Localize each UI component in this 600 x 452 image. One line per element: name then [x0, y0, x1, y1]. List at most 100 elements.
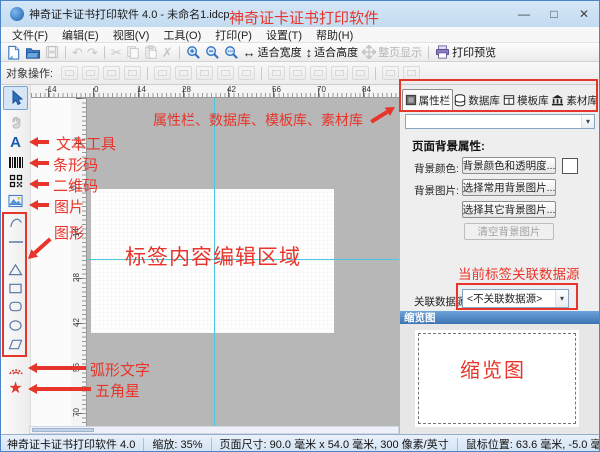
tab-database[interactable]: 数据库 — [453, 89, 502, 111]
ruler-number: 28 — [182, 85, 191, 94]
status-zoom: 缩放: 35% — [152, 436, 202, 452]
material-icon — [551, 94, 564, 106]
minimize-button[interactable]: — — [509, 1, 539, 27]
text-tool[interactable]: A — [3, 133, 28, 151]
fit-width-button[interactable]: ↔适合宽度 — [241, 44, 304, 61]
arc-text-tool[interactable] — [3, 362, 28, 378]
menu-help[interactable]: 帮助(H) — [309, 27, 360, 43]
chevron-down-icon[interactable]: ▾ — [581, 115, 594, 128]
horizontal-ruler: -14 0 14 28 42 56 70 84 98 — [31, 85, 399, 98]
ruler-number: 0 — [94, 85, 98, 94]
object-toolbar: 对象操作: — [1, 62, 599, 85]
distribute-v-icon — [331, 66, 348, 80]
align-top-icon — [217, 66, 234, 80]
align-middle-icon — [268, 66, 285, 80]
menu-settings[interactable]: 设置(T) — [259, 27, 309, 43]
save-icon — [43, 44, 61, 61]
thumbnail-panel — [400, 324, 600, 434]
redo-icon: ↷ — [85, 44, 100, 61]
chevron-down-icon[interactable]: ▾ — [555, 290, 568, 307]
label-page[interactable] — [91, 189, 334, 333]
image-tool[interactable] — [3, 192, 28, 210]
zoom-out-icon[interactable] — [203, 44, 222, 61]
image-tool-icon — [8, 194, 23, 208]
curve-tool[interactable] — [3, 214, 28, 231]
template-icon — [503, 94, 515, 106]
ruler-number: 56 — [272, 85, 281, 94]
full-page-button: 整页显示 — [360, 44, 424, 61]
fit-width-icon: ↔ — [243, 45, 256, 60]
new-document-icon[interactable] — [4, 44, 23, 61]
menu-view[interactable]: 视图(V) — [106, 27, 157, 43]
group-icon — [61, 66, 78, 80]
zoom-in-icon[interactable] — [184, 44, 203, 61]
ruler-number: 14 — [137, 85, 146, 94]
zoom-custom-icon[interactable] — [222, 44, 241, 61]
hand-tool[interactable] — [3, 113, 28, 131]
paste-icon — [142, 44, 160, 61]
break-apart-icon — [403, 66, 420, 80]
align-right-icon — [196, 66, 213, 80]
window-title: 神奇证卡证书打印软件 4.0 - 未命名1.idcp — [29, 6, 229, 22]
bg-other-image-button[interactable]: 选择其它背景图片... — [462, 201, 556, 218]
maximize-button[interactable]: □ — [539, 1, 569, 27]
ungroup-icon — [82, 66, 99, 80]
menu-tools[interactable]: 工具(O) — [156, 27, 208, 43]
vertical-ruler: -14 0 14 28 42 56 70 — [71, 98, 87, 434]
triangle-tool[interactable] — [3, 261, 28, 277]
bg-color-button[interactable]: 背景颜色和透明度... — [462, 157, 556, 174]
send-back-icon — [124, 66, 141, 80]
menu-file[interactable]: 文件(F) — [5, 27, 55, 43]
curve-tool-icon — [9, 216, 23, 229]
fit-height-button[interactable]: ↕适合高度 — [304, 44, 361, 61]
rounded-rectangle-tool[interactable] — [3, 298, 28, 314]
rectangle-tool[interactable] — [3, 280, 28, 296]
status-bar: 神奇证卡证书打印软件 4.0 缩放: 35% 页面尺寸: 90.0 毫米 x 5… — [1, 434, 599, 452]
qrcode-tool[interactable] — [3, 172, 28, 190]
print-preview-button[interactable]: 打印预览 — [433, 44, 498, 61]
line-tool[interactable] — [3, 233, 28, 250]
open-file-icon[interactable] — [23, 44, 43, 61]
bring-front-icon — [103, 66, 120, 80]
menu-bar: 文件(F) 编辑(E) 视图(V) 工具(O) 打印(P) 设置(T) 帮助(H… — [1, 27, 599, 43]
distribute-h-icon — [289, 66, 306, 80]
bg-color-swatch[interactable] — [562, 158, 578, 174]
tab-templates[interactable]: 模板库 — [502, 89, 551, 111]
canvas-area[interactable] — [87, 98, 399, 426]
hand-tool-icon — [9, 115, 23, 129]
text-tool-icon: A — [10, 134, 21, 151]
ruler-number: -14 — [73, 137, 82, 149]
cut-icon: ✂ — [109, 44, 124, 61]
tab-materials[interactable]: 素材库 — [550, 89, 599, 111]
arc-text-tool-icon — [8, 364, 24, 376]
combine-icon — [382, 66, 399, 80]
menu-print[interactable]: 打印(P) — [208, 27, 259, 43]
app-window: 神奇证卡证书打印软件 4.0 - 未命名1.idcp — □ ✕ 文件(F) 编… — [0, 0, 600, 452]
delete-icon: ✗ — [160, 44, 175, 61]
star-tool[interactable]: ★ — [3, 380, 28, 398]
select-tool-icon — [9, 90, 23, 106]
select-tool[interactable] — [3, 86, 28, 110]
toolbar-separator — [179, 46, 180, 59]
barcode-tool[interactable] — [3, 153, 28, 171]
horizontal-scrollbar[interactable] — [29, 426, 399, 434]
ruler-number: 42 — [72, 318, 81, 327]
status-separator — [211, 438, 212, 451]
bg-common-image-button[interactable]: 选择常用背景图片... — [462, 179, 556, 196]
parallelogram-tool[interactable] — [3, 336, 28, 353]
scrollbar-thumb[interactable] — [32, 428, 94, 432]
align-center-icon — [175, 66, 192, 80]
ruler-number: 56 — [72, 363, 81, 372]
datasource-dropdown[interactable]: <不关联数据源> ▾ — [462, 289, 569, 308]
bg-color-label: 背景颜色: — [414, 161, 459, 176]
object-select-dropdown[interactable]: ▾ — [405, 114, 595, 129]
ruler-number: 0 — [71, 185, 79, 189]
thumbnail-preview[interactable] — [415, 330, 579, 427]
ruler-number: 42 — [227, 85, 236, 94]
close-button[interactable]: ✕ — [569, 1, 599, 27]
properties-panel: 属性栏 数据库 模板库 素材库 ▾ 页面背景属性: 背景颜色: 背景颜色和透明度… — [399, 85, 600, 434]
tab-properties[interactable]: 属性栏 — [402, 89, 453, 111]
line-tool-icon — [8, 237, 24, 247]
ellipse-tool[interactable] — [3, 317, 28, 333]
menu-edit[interactable]: 编辑(E) — [55, 27, 106, 43]
